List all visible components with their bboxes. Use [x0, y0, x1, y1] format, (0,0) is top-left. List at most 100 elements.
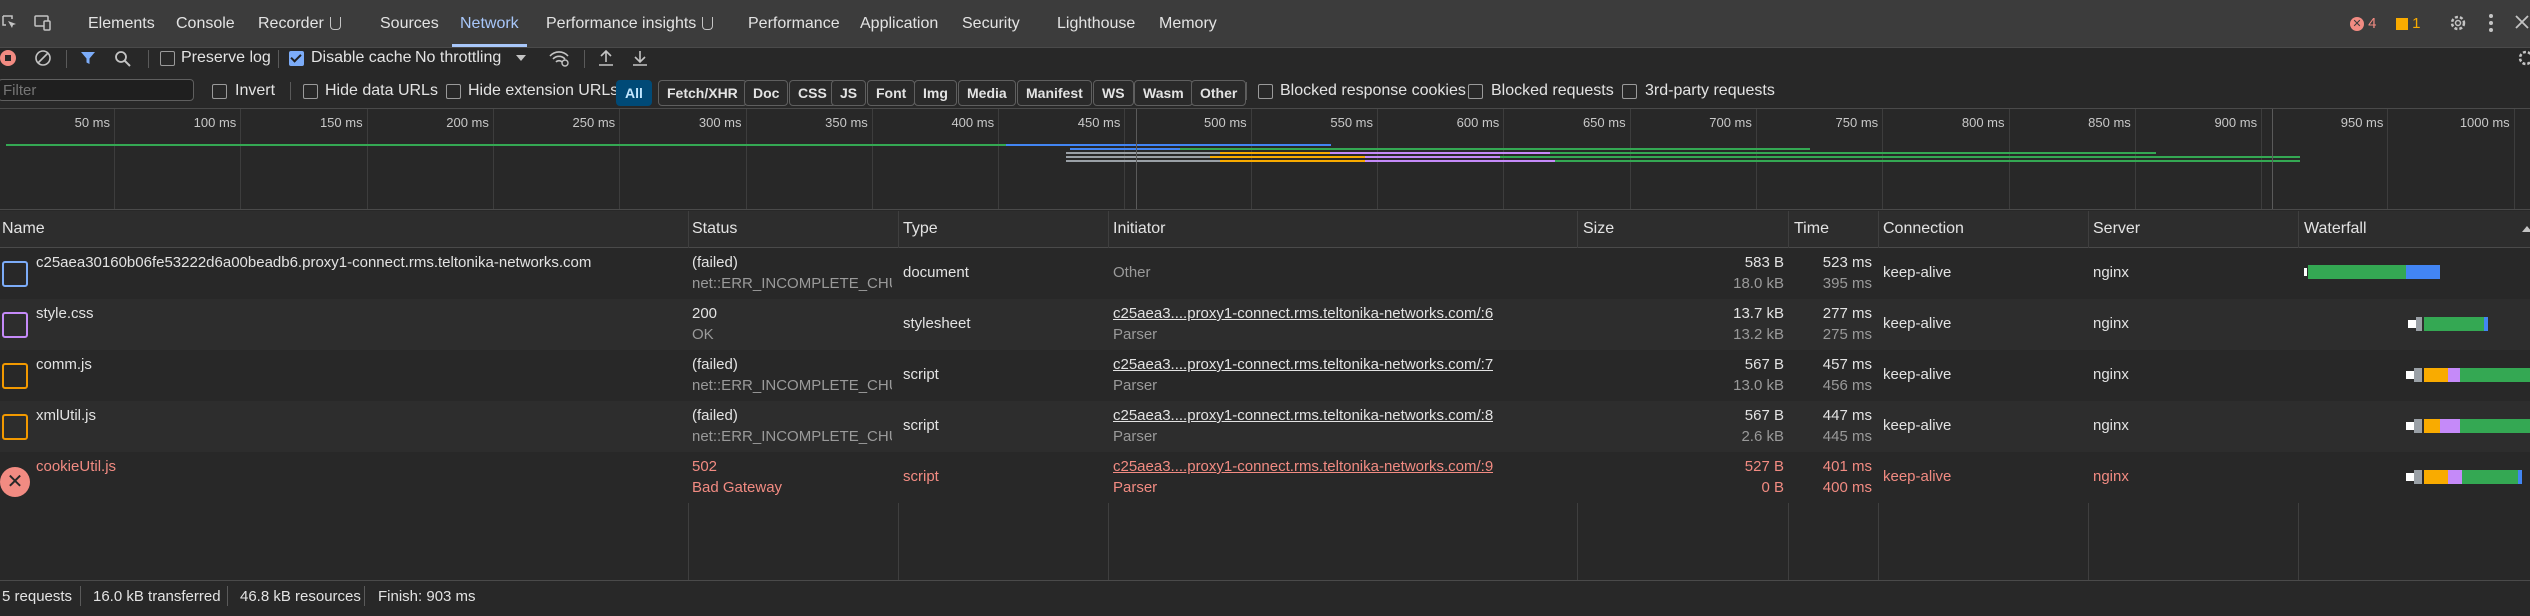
- hide-data-urls-checkbox[interactable]: [303, 84, 318, 99]
- column-header-status[interactable]: Status: [692, 211, 737, 247]
- filter-chip-other[interactable]: Other: [1191, 80, 1247, 106]
- overview-gridline: [240, 109, 242, 209]
- filter-chip-doc[interactable]: Doc: [744, 80, 789, 106]
- transferred-size: 16.0 kB transferred: [93, 588, 221, 605]
- more-options-icon[interactable]: [2488, 12, 2494, 34]
- disable-cache-checkbox[interactable]: [289, 51, 304, 66]
- blocked-response-cookies-checkbox[interactable]: [1258, 84, 1273, 99]
- overview-tick-label: 50 ms: [74, 115, 110, 130]
- clear-icon[interactable]: [34, 49, 51, 66]
- preserve-log-checkbox[interactable]: [160, 51, 175, 66]
- server-value: nginx: [2093, 366, 2129, 383]
- waterfall-segment: [2460, 419, 2530, 433]
- request-name[interactable]: c25aea30160b06fe53222d6a00beadb6.proxy1-…: [36, 254, 591, 271]
- column-header-time[interactable]: Time: [1794, 211, 1829, 247]
- tab-elements[interactable]: Elements: [88, 0, 155, 47]
- device-toolbar-icon[interactable]: [32, 14, 52, 32]
- initiator-link[interactable]: c25aea3....proxy1-connect.rms.teltonika-…: [1113, 458, 1493, 475]
- settings-gear-icon[interactable]: [2448, 13, 2468, 33]
- column-header-waterfall[interactable]: Waterfall: [2304, 211, 2367, 247]
- error-count: 4: [2368, 15, 2377, 32]
- request-row[interactable]: ✕ cookieUtil.js 502 Bad Gateway script c25aea…: [0, 452, 2530, 503]
- error-count-badge[interactable]: ✕ 4: [2350, 15, 2377, 33]
- tab-memory[interactable]: Memory: [1159, 0, 1217, 47]
- sort-ascending-icon: [2522, 226, 2530, 232]
- filter-chip-font[interactable]: Font: [867, 80, 916, 106]
- tab-security[interactable]: Security: [962, 0, 1020, 47]
- stop-recording-icon[interactable]: [0, 50, 16, 66]
- total-time: 447 ms: [1822, 407, 1872, 424]
- tab-console[interactable]: Console: [176, 0, 235, 47]
- initiator-link[interactable]: c25aea3....proxy1-connect.rms.teltonika-…: [1113, 356, 1493, 373]
- connection-value: keep-alive: [1883, 417, 1952, 434]
- overview-bar: [1210, 156, 1365, 158]
- request-name[interactable]: cookieUtil.js: [36, 458, 116, 475]
- status-divider: [364, 586, 365, 606]
- request-row[interactable]: style.css 200 OK stylesheet c25aea3....proxy…: [0, 299, 2530, 350]
- column-header-type[interactable]: Type: [903, 211, 938, 247]
- blocked-requests-checkbox[interactable]: [1468, 84, 1483, 99]
- throttling-select[interactable]: No throttling: [415, 49, 526, 67]
- throttling-value: No throttling: [415, 49, 502, 66]
- filter-chip-css[interactable]: CSS: [789, 80, 836, 106]
- warning-count-badge[interactable]: 1: [2396, 15, 2421, 33]
- column-header-initiator[interactable]: Initiator: [1113, 211, 1165, 247]
- column-header-size[interactable]: Size: [1583, 211, 1614, 247]
- toolbar-divider: [148, 50, 149, 68]
- third-party-requests-checkbox[interactable]: [1622, 84, 1637, 99]
- column-header-server[interactable]: Server: [2093, 211, 2140, 247]
- hide-extension-urls-checkbox[interactable]: [446, 84, 461, 99]
- overview-tick-label: 1000 ms: [2459, 115, 2510, 130]
- request-name[interactable]: style.css: [36, 305, 94, 322]
- filter-chip-js[interactable]: JS: [831, 80, 867, 106]
- initiator-link[interactable]: c25aea3....proxy1-connect.rms.teltonika-…: [1113, 305, 1493, 322]
- tab-sources[interactable]: Sources: [380, 0, 439, 47]
- waterfall-segment: [2308, 265, 2406, 279]
- filter-chip-manifest[interactable]: Manifest: [1017, 80, 1092, 106]
- request-name[interactable]: xmlUtil.js: [36, 407, 96, 424]
- error-circle-icon: ✕: [2350, 17, 2364, 32]
- waterfall-segment: [2414, 419, 2422, 433]
- filter-chip-fetch-xhr[interactable]: Fetch/XHR: [658, 80, 747, 106]
- initiator-link[interactable]: c25aea3....proxy1-connect.rms.teltonika-…: [1113, 407, 1493, 424]
- network-overview-timeline[interactable]: 50 ms 100 ms 150 ms 200 ms 250 ms 300 ms 350 m…: [0, 109, 2530, 210]
- export-har-icon[interactable]: [632, 49, 648, 67]
- tab-lighthouse[interactable]: Lighthouse: [1057, 0, 1135, 47]
- overview-gridline: [1629, 109, 1631, 209]
- filter-chip-wasm[interactable]: Wasm: [1134, 80, 1193, 106]
- overview-tick-label: 700 ms: [1709, 115, 1752, 130]
- column-header-connection[interactable]: Connection: [1883, 211, 1964, 247]
- hide-extension-urls-label: Hide extension URLs: [468, 82, 619, 99]
- filter-funnel-icon[interactable]: [80, 50, 96, 66]
- hide-data-urls-label: Hide data URLs: [325, 82, 438, 99]
- overview-gridline: [1882, 109, 1884, 209]
- tab-recorder[interactable]: Recorder: [258, 0, 341, 47]
- request-row[interactable]: comm.js (failed) net::ERR_INCOMPLETE_CHU..…: [0, 350, 2530, 401]
- request-type: script: [903, 417, 939, 434]
- tab-performance-insights[interactable]: Performance insights: [546, 0, 714, 47]
- filter-chip-img[interactable]: Img: [914, 80, 957, 106]
- request-row[interactable]: c25aea30160b06fe53222d6a00beadb6.proxy1-…: [0, 248, 2530, 299]
- filter-chip-media[interactable]: Media: [958, 80, 1016, 106]
- import-har-icon[interactable]: [598, 49, 614, 67]
- waterfall-segment: [2448, 368, 2460, 382]
- network-settings-gear-icon[interactable]: [2516, 48, 2530, 68]
- search-icon[interactable]: [114, 50, 132, 68]
- overview-tick-label: 950 ms: [2340, 115, 2384, 130]
- filter-input[interactable]: [0, 79, 194, 101]
- filter-chip-all[interactable]: All: [616, 80, 652, 106]
- overview-gridline: [871, 109, 873, 209]
- invert-checkbox[interactable]: [212, 84, 227, 99]
- close-devtools-icon[interactable]: [2514, 14, 2530, 30]
- warning-count: 1: [2412, 15, 2421, 32]
- request-row[interactable]: xmlUtil.js (failed) net::ERR_INCOMPLETE_CH…: [0, 401, 2530, 452]
- tab-network[interactable]: Network: [452, 0, 527, 47]
- filter-chip-ws[interactable]: WS: [1093, 80, 1134, 106]
- tab-performance[interactable]: Performance: [748, 0, 840, 47]
- column-header-name[interactable]: Name: [2, 211, 45, 247]
- tab-recorder-label: Recorder: [258, 15, 324, 32]
- inspect-element-icon[interactable]: [2, 15, 18, 31]
- request-name[interactable]: comm.js: [36, 356, 92, 373]
- network-conditions-icon[interactable]: [548, 49, 570, 67]
- tab-application[interactable]: Application: [860, 0, 938, 47]
